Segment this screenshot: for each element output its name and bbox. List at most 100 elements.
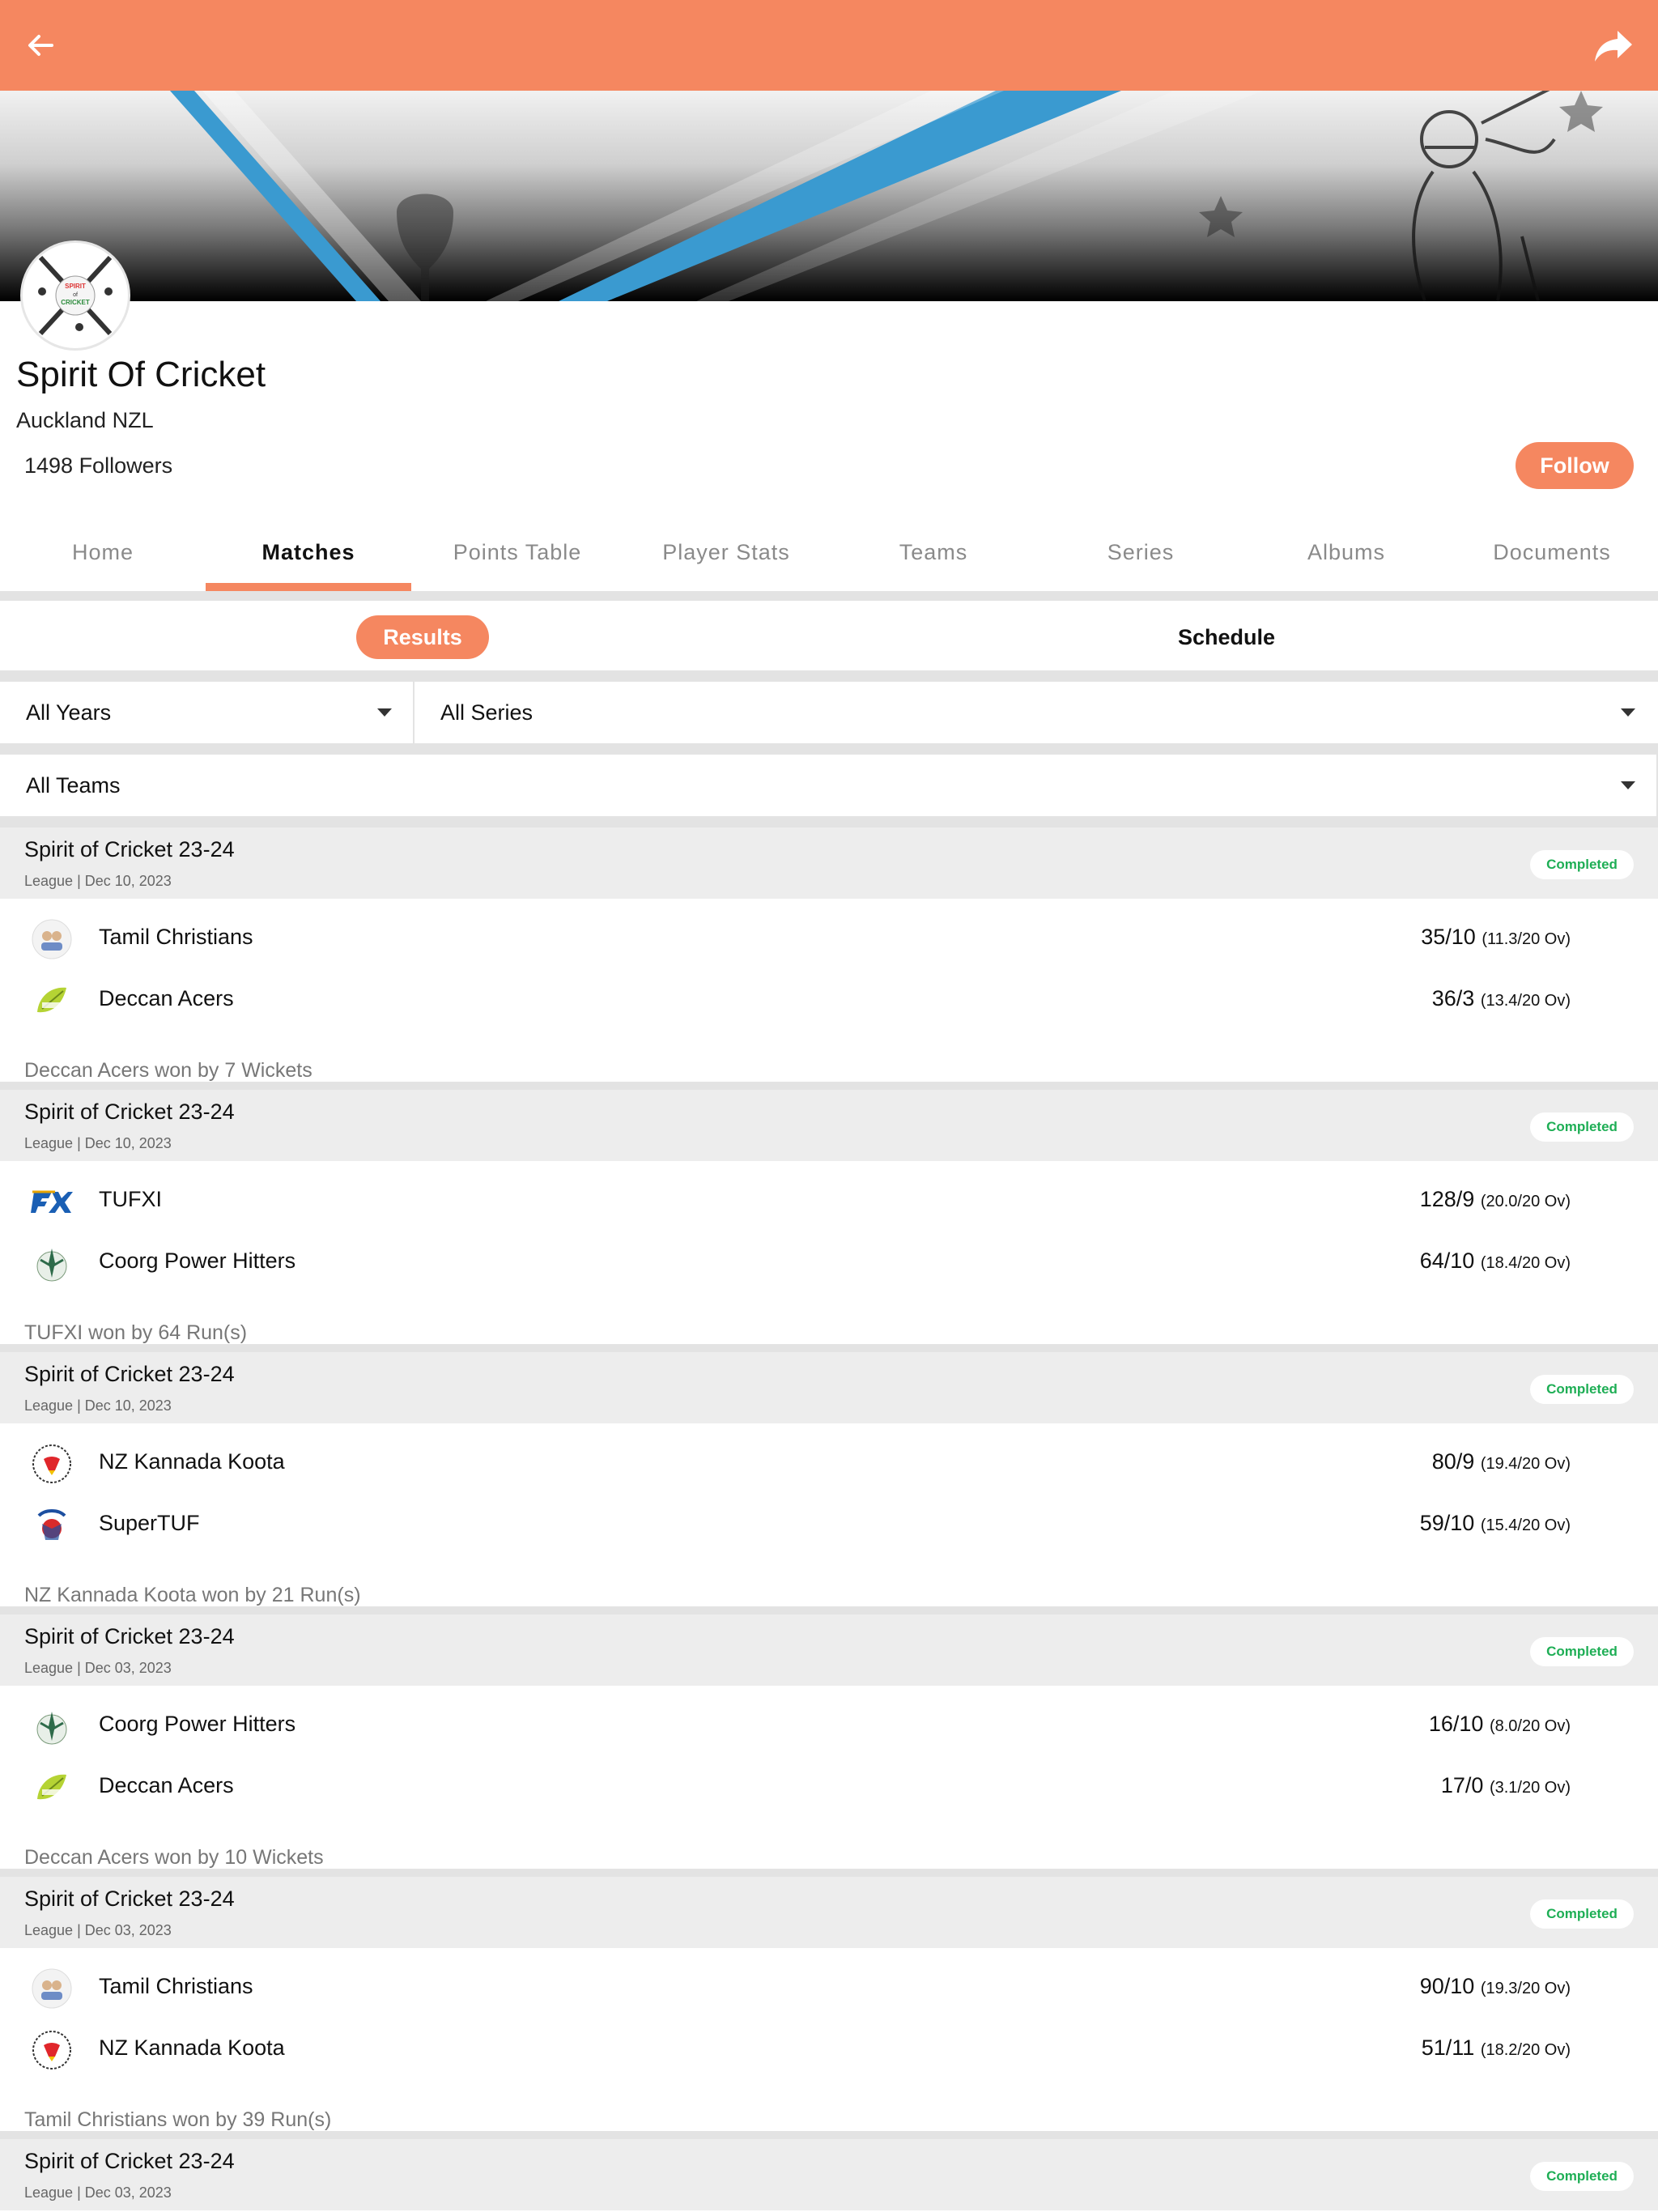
svg-text:of: of	[73, 292, 78, 298]
arrow-left-icon[interactable]	[19, 24, 62, 66]
chevron-down-icon	[377, 708, 392, 717]
team-name: Tamil Christians	[99, 1974, 253, 1998]
match-meta: League | Dec 10, 2023	[24, 1397, 172, 1414]
cover-banner	[0, 91, 1658, 301]
match-card-body: TUFXI 128/9 (20.0/20 Ov) Coorg Power Hit…	[0, 1161, 1658, 1352]
match-series-name: Spirit of Cricket 23-24	[24, 1624, 235, 1648]
match-meta: League | Dec 10, 2023	[24, 1135, 172, 1151]
match-card-header: Spirit of Cricket 23-24 League | Dec 03,…	[0, 1614, 1658, 1686]
team-score: 64/10 (18.4/20 Ov)	[1419, 1249, 1571, 1273]
divider	[0, 670, 1658, 682]
tab-series[interactable]: Series	[1038, 518, 1244, 591]
chevron-down-icon	[1621, 781, 1635, 789]
match-series-name: Spirit of Cricket 23-24	[24, 837, 235, 861]
tamil-christians-logo-icon	[31, 918, 73, 960]
match-card-body: NZ Kannada Koota 80/9 (19.4/20 Ov) Super…	[0, 1423, 1658, 1614]
team-score: 128/9 (20.0/20 Ov)	[1419, 1187, 1571, 1211]
club-logo: SPIRIT of CRICKET	[23, 243, 128, 348]
match-card-header: Spirit of Cricket 23-24 League | Dec 10,…	[0, 1090, 1658, 1161]
match-card-body: Coorg Power Hitters 16/10 (8.0/20 Ov) De…	[0, 1686, 1658, 1877]
status-badge: Completed	[1530, 2162, 1634, 2191]
tab-home[interactable]: Home	[0, 518, 206, 591]
divider	[0, 743, 1658, 755]
team-name: Deccan Acers	[99, 1773, 234, 1797]
divider	[0, 816, 1658, 827]
status-badge: Completed	[1530, 1899, 1634, 1929]
results-tab[interactable]: Results	[356, 615, 489, 659]
supertuf-logo-icon	[31, 1504, 73, 1546]
team-name: Tamil Christians	[99, 925, 253, 949]
status-badge: Completed	[1530, 1112, 1634, 1142]
tab-albums[interactable]: Albums	[1244, 518, 1449, 591]
followers-count[interactable]: 1498 Followers	[24, 453, 172, 479]
divider	[0, 1082, 1658, 1090]
status-badge: Completed	[1530, 1637, 1634, 1666]
series-dropdown-value: All Series	[440, 700, 534, 725]
match-card-body: Tamil Christians 90/10 (19.3/20 Ov) NZ K…	[0, 1948, 1658, 2139]
follow-button[interactable]: Follow	[1516, 442, 1634, 489]
match-card-body: Tamil Christians 35/10 (11.3/20 Ov) Decc…	[0, 899, 1658, 1090]
match-card-header: Spirit of Cricket 23-24 League | Dec 10,…	[0, 827, 1658, 899]
match-series-name: Spirit of Cricket 23-24	[24, 2149, 235, 2173]
tab-teams[interactable]: Teams	[831, 518, 1036, 591]
match-result: NZ Kannada Koota won by 21 Run(s)	[24, 1584, 361, 1606]
divider	[0, 1869, 1658, 1877]
team-name: NZ Kannada Koota	[99, 1449, 285, 1474]
tab-player-stats[interactable]: Player Stats	[623, 518, 829, 591]
nz-kannada-koota-logo-icon	[31, 1443, 73, 1485]
teams-dropdown[interactable]: All Teams	[0, 755, 1658, 816]
match-result: Deccan Acers won by 10 Wickets	[24, 1846, 324, 1869]
status-badge: Completed	[1530, 1375, 1634, 1404]
team-score: 59/10 (15.4/20 Ov)	[1419, 1511, 1571, 1535]
coorg-power-hitters-logo-icon	[31, 1705, 73, 1747]
tab-documents[interactable]: Documents	[1449, 518, 1655, 591]
top-app-bar	[0, 0, 1658, 91]
share-icon[interactable]	[1590, 24, 1635, 66]
match-card[interactable]: Spirit of Cricket 23-24 League | Dec 03,…	[0, 1614, 1658, 1877]
match-meta: League | Dec 10, 2023	[24, 873, 172, 889]
match-card[interactable]: Spirit of Cricket 23-24 League | Dec 03,…	[0, 1877, 1658, 2139]
tufxi-logo-icon	[31, 1180, 73, 1223]
match-card-header: Spirit of Cricket 23-24 League | Dec 03,…	[0, 1877, 1658, 1948]
match-card[interactable]: Spirit of Cricket 23-24 League | Dec 10,…	[0, 1090, 1658, 1352]
divider	[0, 1344, 1658, 1352]
match-card[interactable]: Spirit of Cricket 23-24 League | Dec 10,…	[0, 1352, 1658, 1614]
match-series-name: Spirit of Cricket 23-24	[24, 1100, 235, 1124]
deccan-acers-logo-icon	[31, 1767, 73, 1809]
match-meta: League | Dec 03, 2023	[24, 1922, 172, 1938]
match-result: Deccan Acers won by 7 Wickets	[24, 1059, 312, 1082]
team-score: 17/0 (3.1/20 Ov)	[1440, 1773, 1571, 1797]
team-name: Coorg Power Hitters	[99, 1712, 296, 1736]
team-score: 35/10 (11.3/20 Ov)	[1421, 925, 1571, 949]
svg-text:SPIRIT: SPIRIT	[65, 283, 86, 290]
match-result: TUFXI won by 64 Run(s)	[24, 1321, 248, 1344]
divider	[0, 2131, 1658, 2139]
tab-points-table[interactable]: Points Table	[414, 518, 620, 591]
years-dropdown-value: All Years	[26, 700, 112, 725]
divider	[0, 591, 1658, 601]
match-result: Tamil Christians won by 39 Run(s)	[24, 2108, 332, 2131]
match-series-name: Spirit of Cricket 23-24	[24, 1887, 235, 1911]
team-name: SuperTUF	[99, 1511, 200, 1535]
tamil-christians-logo-icon	[31, 1967, 73, 2010]
team-name: TUFXI	[99, 1187, 162, 1211]
match-meta: League | Dec 03, 2023	[24, 1660, 172, 1676]
match-card[interactable]: Spirit of Cricket 23-24 League | Dec 03,…	[0, 2139, 1658, 2212]
tab-matches[interactable]: Matches	[206, 518, 411, 591]
schedule-tab[interactable]: Schedule	[1141, 615, 1312, 659]
deccan-acers-logo-icon	[31, 980, 73, 1022]
team-score: 90/10 (19.3/20 Ov)	[1419, 1974, 1571, 1998]
match-meta: League | Dec 03, 2023	[24, 2184, 172, 2201]
team-name: Deccan Acers	[99, 986, 234, 1010]
club-location: Auckland NZL	[16, 408, 154, 432]
years-dropdown[interactable]: All Years	[0, 682, 413, 743]
status-badge: Completed	[1530, 850, 1634, 879]
nz-kannada-koota-logo-icon	[31, 2029, 73, 2071]
team-score: 16/10 (8.0/20 Ov)	[1428, 1712, 1571, 1736]
chevron-down-icon	[1621, 708, 1635, 717]
match-card[interactable]: Spirit of Cricket 23-24 League | Dec 10,…	[0, 827, 1658, 1090]
svg-text:CRICKET: CRICKET	[61, 299, 90, 306]
team-score: 51/11 (18.2/20 Ov)	[1421, 2035, 1571, 2060]
series-dropdown[interactable]: All Series	[414, 682, 1658, 743]
team-score: 36/3 (13.4/20 Ov)	[1431, 986, 1571, 1010]
